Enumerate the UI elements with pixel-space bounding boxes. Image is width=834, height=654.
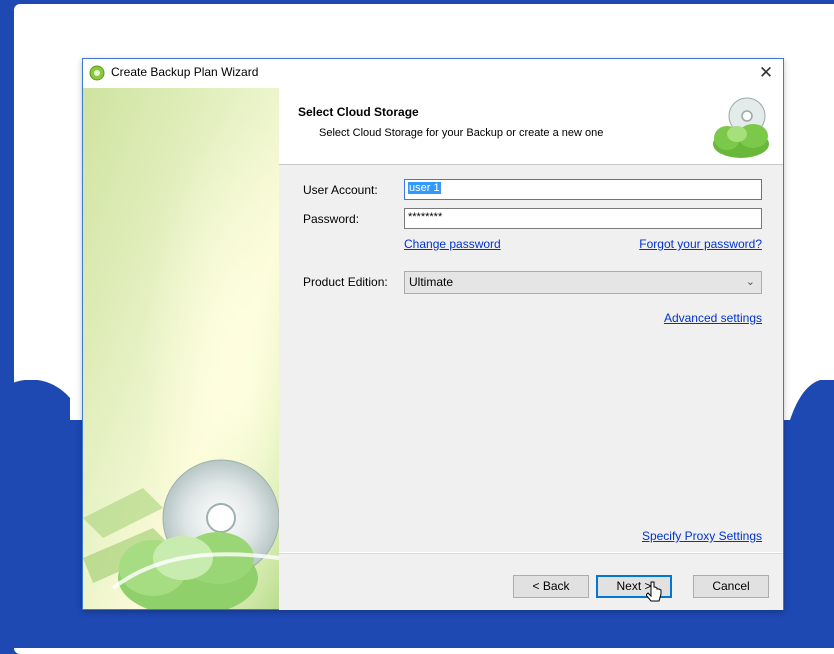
user-account-label: User Account: (303, 183, 378, 197)
cancel-button[interactable]: Cancel (693, 575, 769, 598)
cloud-disc-icon (713, 97, 769, 158)
title-bar: Create Backup Plan Wizard ✕ (83, 59, 783, 88)
user-account-input[interactable]: user 1 (404, 179, 762, 200)
product-edition-select[interactable]: Ultimate ⌄ (404, 271, 762, 294)
app-icon (89, 65, 105, 81)
wizard-header: Select Cloud Storage Select Cloud Storag… (279, 88, 783, 165)
window-title: Create Backup Plan Wizard (111, 65, 259, 79)
password-label: Password: (303, 212, 360, 226)
form-area: User Account: user 1 Password: ******** … (279, 165, 783, 552)
user-account-value: user 1 (408, 182, 441, 194)
page-title: Select Cloud Storage (298, 105, 419, 119)
page-description: Select Cloud Storage for your Backup or … (319, 127, 604, 139)
chevron-down-icon: ⌄ (745, 276, 755, 288)
product-edition-value: Ultimate (409, 275, 454, 289)
wizard-footer: < Back Next > Cancel (279, 553, 783, 610)
advanced-settings-link[interactable]: Advanced settings (664, 311, 762, 325)
change-password-link[interactable]: Change password (404, 237, 501, 251)
close-icon[interactable]: ✕ (755, 62, 777, 84)
product-edition-label: Product Edition: (303, 275, 388, 289)
mouse-pointer-icon (646, 581, 662, 602)
wizard-side-graphic (83, 88, 279, 609)
wizard-window: Create Backup Plan Wizard ✕ Select Cloud… (82, 58, 784, 610)
back-button[interactable]: < Back (513, 575, 589, 598)
forgot-password-link[interactable]: Forgot your password? (639, 237, 762, 251)
proxy-settings-link[interactable]: Specify Proxy Settings (642, 529, 762, 543)
password-input[interactable]: ******** (404, 208, 762, 229)
